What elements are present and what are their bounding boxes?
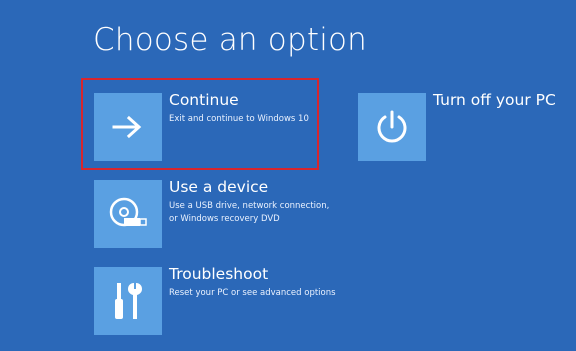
power-icon [377, 110, 407, 143]
troubleshoot-tile[interactable] [94, 267, 162, 335]
turn-off-label: Turn off your PC [433, 91, 556, 109]
use-device-label: Use a device [169, 178, 269, 196]
troubleshoot-option[interactable]: Troubleshoot Reset your PC or see advanc… [94, 265, 336, 335]
continue-label: Continue [169, 91, 239, 109]
disc-usb-icon [109, 197, 147, 227]
continue-tile[interactable] [94, 93, 162, 161]
turn-off-tile[interactable] [358, 93, 426, 161]
use-device-tile[interactable] [94, 180, 162, 248]
use-device-option[interactable]: Use a device Use a USB drive, network co… [94, 178, 334, 248]
troubleshoot-description: Reset your PC or see advanced options [169, 288, 336, 298]
tools-icon [115, 283, 142, 319]
continue-option[interactable]: Continue Exit and continue to Windows 10 [94, 91, 314, 161]
troubleshoot-label: Troubleshoot [169, 265, 269, 283]
continue-description: Exit and continue to Windows 10 [169, 114, 309, 124]
use-device-description: Use a USB drive, network connection, or … [169, 201, 330, 224]
turn-off-option[interactable]: Turn off your PC [358, 91, 568, 161]
page-title: Choose an option [93, 22, 368, 58]
arrow-right-icon [112, 115, 142, 139]
